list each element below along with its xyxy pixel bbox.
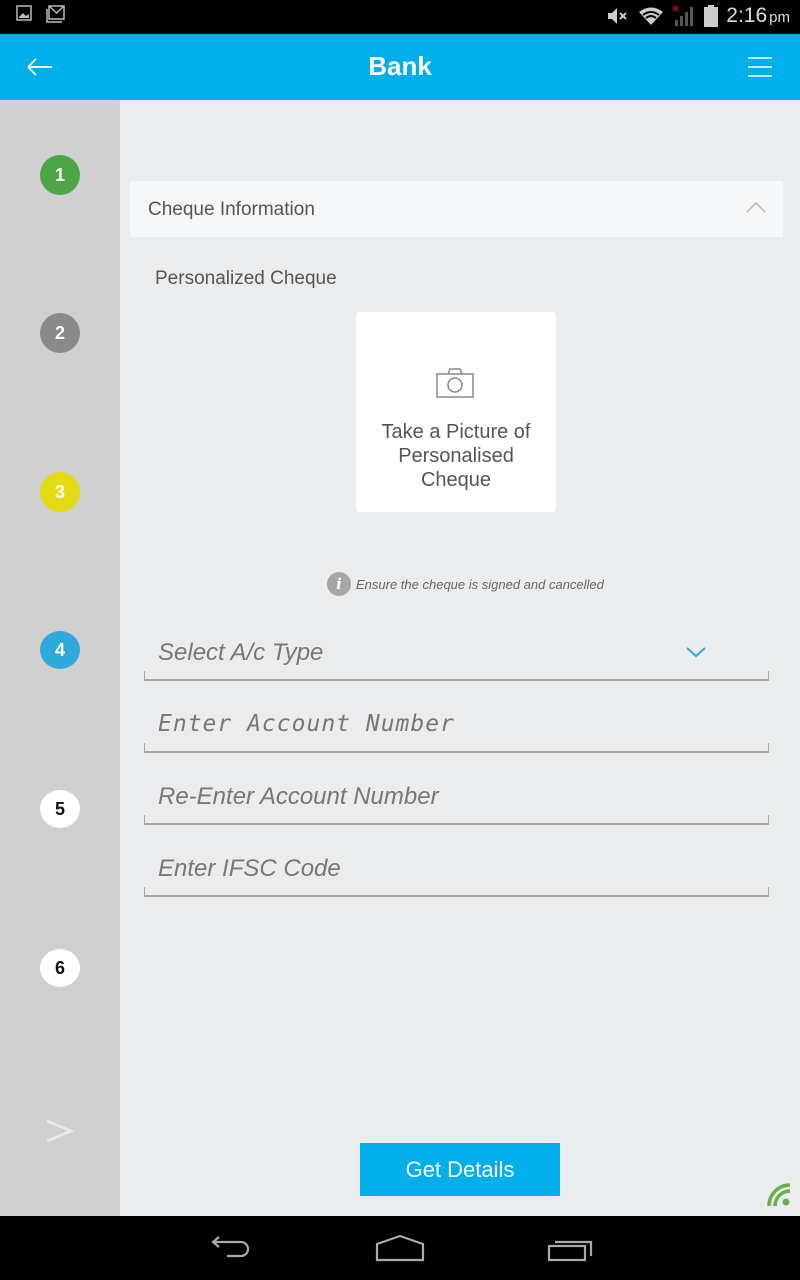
- notification-icons: [16, 5, 66, 23]
- chevron-up-icon: [746, 201, 766, 213]
- back-icon: [211, 1236, 250, 1258]
- chevron-down-icon: [686, 647, 706, 658]
- hint-text: Ensure the cheque is signed and cancelle…: [356, 576, 604, 592]
- gmail-icon: [46, 5, 65, 23]
- cheque-information-header[interactable]: Cheque Information: [130, 181, 783, 237]
- account-number-input[interactable]: Enter Account Number: [144, 697, 769, 753]
- account-type-select[interactable]: Select A/c Type: [144, 625, 769, 681]
- clock-ampm: pm: [769, 9, 790, 26]
- camera-icon: [436, 368, 474, 398]
- step-4[interactable]: 4: [40, 631, 80, 669]
- take-picture-button[interactable]: Take a Picture of Personalised Cheque: [356, 312, 556, 512]
- section-title: Cheque Information: [148, 199, 315, 220]
- info-icon: i: [327, 572, 351, 596]
- system-nav-bar: [0, 1216, 800, 1280]
- step-6[interactable]: 6: [40, 949, 80, 987]
- ifsc-code-placeholder: Enter IFSC Code: [158, 855, 341, 882]
- field-underline: [144, 815, 769, 825]
- reenter-account-number-input[interactable]: Re-Enter Account Number: [144, 769, 769, 825]
- wifi-icon: [639, 7, 664, 25]
- next-step-button[interactable]: [44, 1116, 75, 1146]
- step-sidebar: 1 2 3 4 5 6: [0, 100, 120, 1216]
- app-bar: Bank: [0, 34, 800, 100]
- hamburger-menu-icon: [748, 57, 772, 77]
- menu-button[interactable]: [746, 54, 774, 80]
- reenter-account-number-placeholder: Re-Enter Account Number: [158, 783, 439, 810]
- field-underline: [144, 887, 769, 897]
- mute-icon: [608, 8, 627, 24]
- step-5[interactable]: 5: [40, 790, 80, 828]
- chevron-right-icon: [46, 1119, 75, 1143]
- nav-recents-button[interactable]: [545, 1234, 595, 1264]
- page-title: Bank: [368, 51, 432, 81]
- field-underline: [144, 671, 769, 681]
- nav-home-button[interactable]: [374, 1234, 425, 1264]
- no-signal-icon: [672, 5, 694, 26]
- step-3[interactable]: 3: [40, 472, 80, 512]
- take-picture-text: Take a Picture of Personalised Cheque: [381, 421, 531, 491]
- cheque-hint: i Ensure the cheque is signed and cancel…: [327, 572, 604, 596]
- home-icon: [375, 1234, 425, 1262]
- ifsc-code-input[interactable]: Enter IFSC Code: [144, 841, 769, 897]
- account-type-placeholder: Select A/c Type: [158, 639, 324, 666]
- clock-time: 2:16: [726, 4, 768, 27]
- main-content: Cheque Information Personalized Cheque T…: [120, 100, 800, 1216]
- personalized-cheque-label: Personalized Cheque: [155, 268, 337, 289]
- get-details-button[interactable]: Get Details: [360, 1143, 560, 1196]
- battery-icon: [704, 5, 719, 27]
- clock: 2:16 pm: [726, 4, 790, 28]
- step-1[interactable]: 1: [40, 155, 80, 195]
- step-2[interactable]: 2: [40, 313, 80, 353]
- system-status: 2:16 pm: [606, 2, 790, 30]
- status-bar: 2:16 pm: [0, 0, 800, 34]
- recents-icon: [547, 1240, 593, 1262]
- nav-back-button[interactable]: [205, 1234, 255, 1264]
- wifi-signal-icon: [767, 1183, 791, 1207]
- account-number-placeholder: Enter Account Number: [158, 711, 455, 737]
- gallery-icon: [16, 5, 32, 21]
- field-underline: [144, 743, 769, 753]
